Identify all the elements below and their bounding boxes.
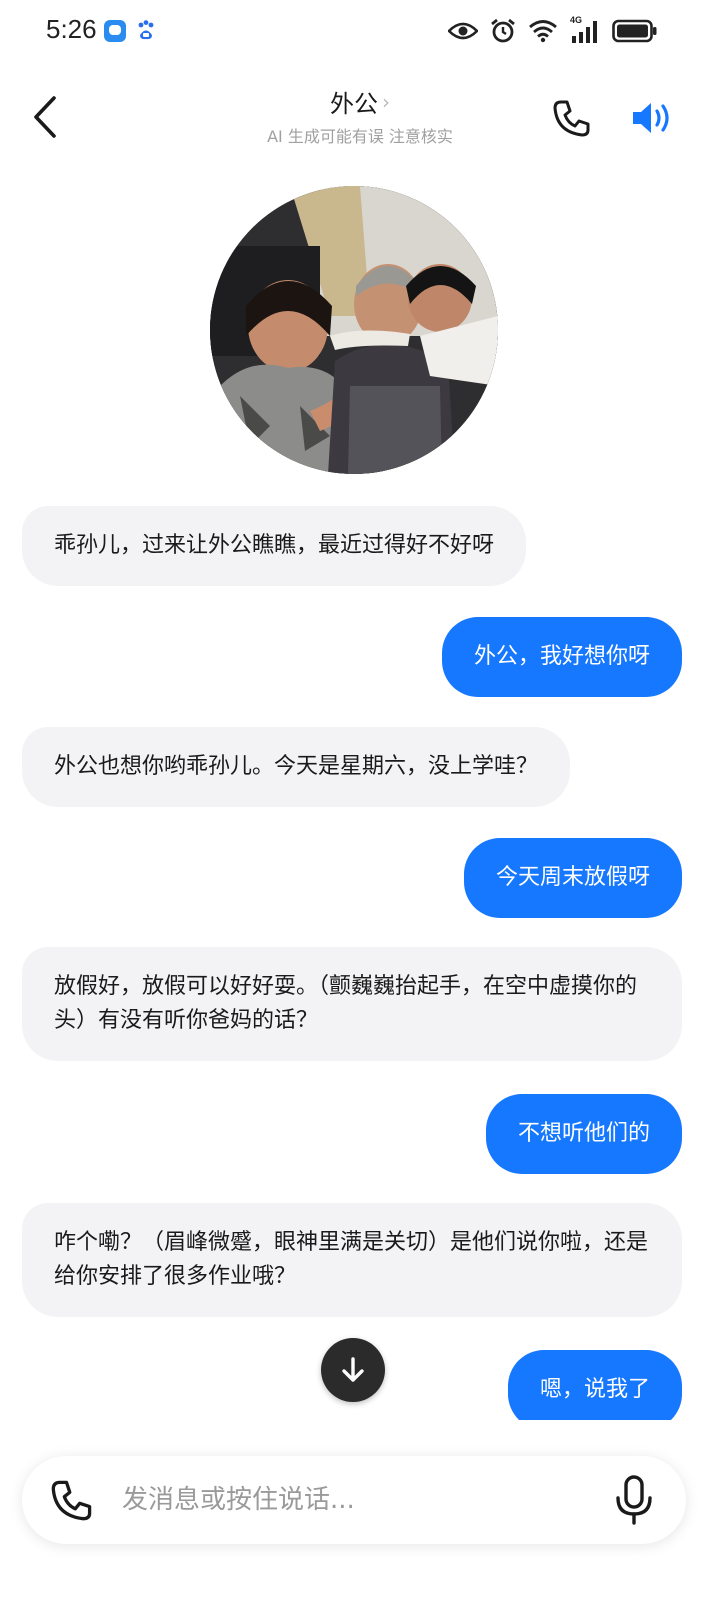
status-time: 5:26 — [46, 14, 97, 44]
call-button[interactable] — [552, 98, 592, 138]
contact-name: 外公 — [330, 90, 378, 118]
message-input[interactable] — [122, 1476, 592, 1524]
baidu-paw-icon — [136, 19, 156, 43]
chevron-right-icon: › — [382, 89, 390, 114]
message-list[interactable]: 乖孙儿，过来让外公瞧瞧，最近过得好不好呀 外公，我好想你呀 外公也想你哟乖孙儿。… — [0, 500, 720, 1420]
avatar[interactable] — [210, 186, 498, 474]
ai-disclaimer: AI 生成可能有误 注意核实 — [267, 127, 453, 146]
phone-icon — [51, 1480, 92, 1521]
user-message-bubble[interactable]: 嗯，说我了 — [507, 1350, 682, 1420]
user-message-bubble[interactable]: 不想听他们的 — [485, 1094, 682, 1174]
chat-app-icon — [104, 20, 126, 42]
battery-icon — [612, 19, 657, 43]
wifi-icon — [529, 20, 557, 43]
user-message-bubble[interactable]: 外公，我好想你呀 — [441, 617, 682, 697]
phone-icon — [553, 100, 590, 137]
eye-icon — [448, 22, 478, 40]
user-message-bubble[interactable]: 今天周末放假呀 — [463, 838, 682, 918]
microphone-button[interactable] — [610, 1474, 658, 1526]
family-photo-avatar — [210, 186, 498, 474]
status-bar: 5:26 4G — [0, 0, 720, 64]
chat-header: 外公 › AI 生成可能有误 注意核实 — [0, 78, 720, 158]
status-icons: 4G — [448, 15, 658, 46]
ai-message-bubble[interactable]: 乖孙儿，过来让外公瞧瞧，最近过得好不好呀 — [22, 506, 527, 586]
scroll-to-bottom-button[interactable] — [321, 1338, 385, 1402]
ai-message-bubble[interactable]: 外公也想你哟乖孙儿。今天是星期六，没上学哇？ — [22, 727, 571, 807]
microphone-icon — [616, 1475, 652, 1525]
arrow-down-icon — [342, 1357, 364, 1382]
signal-icon: 4G — [570, 15, 600, 44]
message-input-bar — [22, 1456, 686, 1544]
voice-call-button[interactable] — [50, 1478, 94, 1522]
title-block[interactable]: 外公 › AI 生成可能有误 注意核实 — [0, 84, 720, 147]
speaker-toggle-button[interactable] — [630, 98, 676, 138]
page-title[interactable]: 外公 › — [330, 84, 390, 119]
alarm-icon — [491, 18, 515, 43]
ai-message-bubble[interactable]: 咋个嘞？（眉峰微蹙，眼神里满是关切）是他们说你啦，还是给你安排了很多作业哦？ — [22, 1203, 682, 1317]
speaker-icon — [633, 103, 669, 133]
ai-message-bubble[interactable]: 放假好，放假可以好好耍。（颤巍巍抬起手，在空中虚摸你的头）有没有听你爸妈的话？ — [22, 947, 682, 1061]
